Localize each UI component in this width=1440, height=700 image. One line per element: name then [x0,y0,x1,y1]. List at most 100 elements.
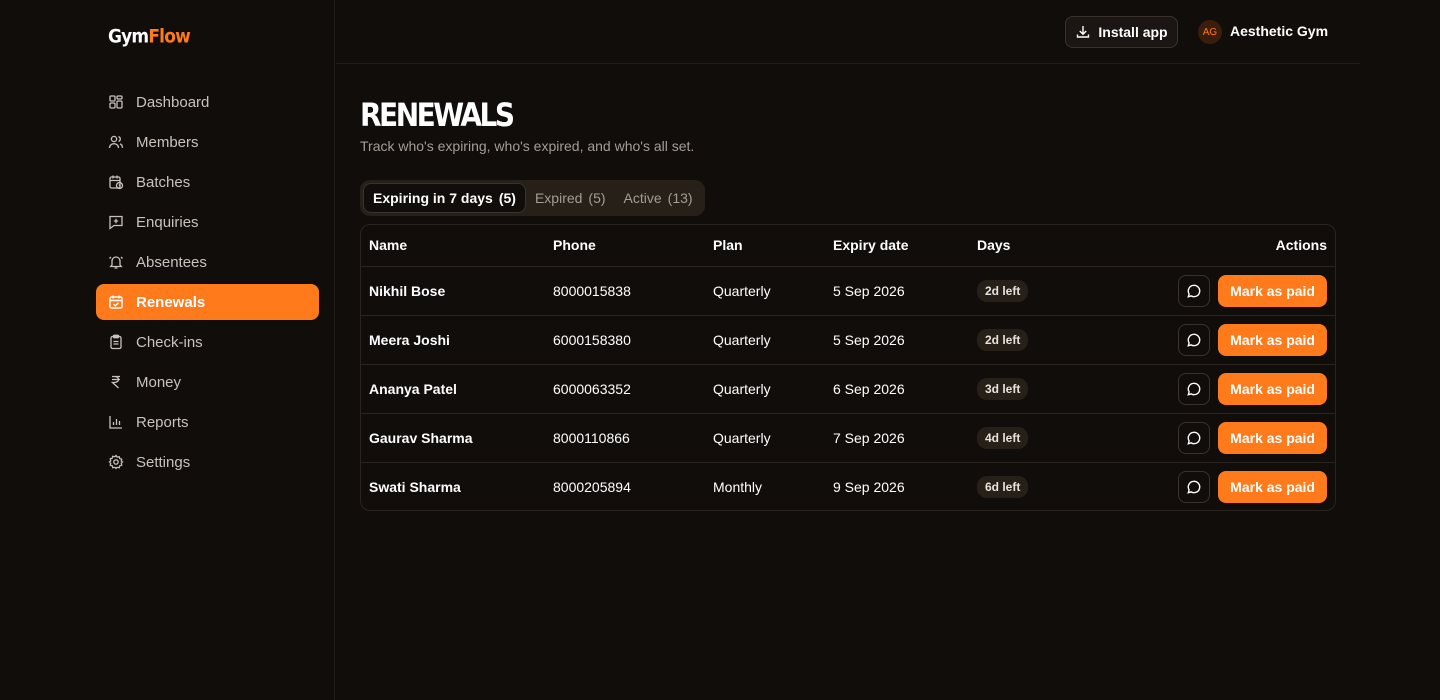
clipboard-icon [108,334,124,350]
tab-expiring[interactable]: Expiring in 7 days (5) [363,183,526,213]
member-plan: Quarterly [713,364,833,414]
tab-label: Expiring in 7 days [373,190,493,206]
sidebar-item-label: Batches [136,173,191,191]
member-phone: 8000110866 [553,413,713,463]
sidebar-item-dashboard[interactable]: Dashboard [96,84,319,120]
days-left-badge: 2d left [977,328,1029,351]
mark-as-paid-button[interactable]: Mark as paid [1218,470,1327,503]
mark-as-paid-button[interactable]: Mark as paid [1218,421,1327,454]
page-subtitle: Track who's expiring, who's expired, and… [360,138,695,154]
actions-cell: Mark as paid [1095,413,1335,463]
tab-count: (5) [498,190,516,206]
days-cell: 2d left [977,266,1095,316]
page-title: RENEWALS [360,96,515,134]
sidebar-item-check-ins[interactable]: Check-ins [96,324,319,360]
member-expiry: 7 Sep 2026 [833,413,977,463]
bar-chart-icon [108,414,124,430]
logo-text-part1: Gym [108,26,149,48]
sidebar-item-money[interactable]: Money [96,364,319,400]
actions-cell: Mark as paid [1095,315,1335,365]
tab-count: (13) [667,190,693,206]
member-name: Meera Joshi [361,315,553,365]
tab-active[interactable]: Active (13) [615,183,702,213]
member-name: Nikhil Bose [361,266,553,316]
actions-cell: Mark as paid [1095,462,1335,510]
member-phone: 6000158380 [553,315,713,365]
sidebar-item-label: Settings [136,453,191,471]
header-expiry: Expiry date [833,225,977,267]
days-cell: 3d left [977,364,1095,414]
message-button[interactable] [1178,421,1211,454]
message-icon [1187,480,1201,494]
sidebar-item-label: Reports [136,413,189,431]
row-actions: Mark as paid [1095,323,1327,356]
users-icon [108,134,124,150]
sidebar-item-reports[interactable]: Reports [96,404,319,440]
gym-name[interactable]: Aesthetic Gym [1230,23,1328,39]
days-cell: 4d left [977,413,1095,463]
calendar-check-icon [108,294,124,310]
member-phone: 6000063352 [553,364,713,414]
message-icon [1187,431,1201,445]
row-actions: Mark as paid [1095,421,1327,454]
sidebar-item-label: Enquiries [136,213,199,231]
table-header-row: Name Phone Plan Expiry date Days Actions [361,225,1335,267]
message-plus-icon [108,214,124,230]
gear-icon [108,454,124,470]
actions-cell: Mark as paid [1095,266,1335,316]
dashboard-icon [108,94,124,110]
message-button[interactable] [1178,372,1211,405]
message-button[interactable] [1178,323,1211,356]
header-days: Days [977,225,1095,267]
mark-as-paid-button[interactable]: Mark as paid [1218,274,1327,307]
row-actions: Mark as paid [1095,274,1327,307]
topbar: Install app AG Aesthetic Gym [336,0,1360,64]
member-name: Ananya Patel [361,364,553,414]
header-phone: Phone [553,225,713,267]
install-app-button[interactable]: Install app [1065,16,1178,48]
logo[interactable]: GymFlow [108,26,191,48]
mark-as-paid-button[interactable]: Mark as paid [1218,323,1327,356]
message-icon [1187,382,1201,396]
header-name: Name [361,225,553,267]
sidebar-item-renewals[interactable]: Renewals [96,284,319,320]
sidebar-item-label: Absentees [136,253,207,271]
sidebar: GymFlow Dashboard Members Batches Enquir… [0,0,335,700]
member-expiry: 5 Sep 2026 [833,315,977,365]
avatar[interactable]: AG [1198,20,1222,44]
member-expiry: 6 Sep 2026 [833,364,977,414]
tab-expired[interactable]: Expired (5) [526,183,615,213]
row-actions: Mark as paid [1095,372,1327,405]
sidebar-item-enquiries[interactable]: Enquiries [96,204,319,240]
tab-label: Expired [534,190,583,206]
member-name: Swati Sharma [369,478,461,495]
message-icon [1187,333,1201,347]
sidebar-item-members[interactable]: Members [96,124,319,160]
sidebar-item-absentees[interactable]: Absentees [96,244,319,280]
sidebar-item-settings[interactable]: Settings [96,444,319,480]
member-phone: 8000205894 [553,478,631,495]
days-cell: 6d left [977,462,1095,510]
member-plan: Quarterly [713,413,833,463]
download-icon [1075,24,1091,40]
actions-cell: Mark as paid [1095,364,1335,414]
renewals-table-grid: Name Phone Plan Expiry date Days Actions… [361,225,1335,510]
member-plan: Quarterly [713,315,833,365]
days-left-badge: 6d left [977,475,1029,498]
table-row: Meera Joshi 6000158380 Quarterly 5 Sep 2… [361,315,1335,365]
rupee-icon [108,374,124,390]
mark-as-paid-button[interactable]: Mark as paid [1218,372,1327,405]
tab-label: Active [623,190,662,206]
sidebar-item-label: Dashboard [136,93,210,111]
sidebar-item-label: Money [136,373,182,391]
member-plan: Monthly [713,478,763,495]
sidebar-item-batches[interactable]: Batches [96,164,319,200]
table-row: Gaurav Sharma 8000110866 Quarterly 7 Sep… [361,413,1335,463]
table-row: Nikhil Bose 8000015838 Quarterly 5 Sep 2… [361,266,1335,316]
sidebar-item-label: Members [136,133,199,151]
renewal-tabs: Expiring in 7 days (5) Expired (5) Activ… [360,180,705,216]
member-name: Gaurav Sharma [361,413,553,463]
message-icon [1187,284,1201,298]
message-button[interactable] [1178,470,1211,503]
message-button[interactable] [1178,274,1211,307]
